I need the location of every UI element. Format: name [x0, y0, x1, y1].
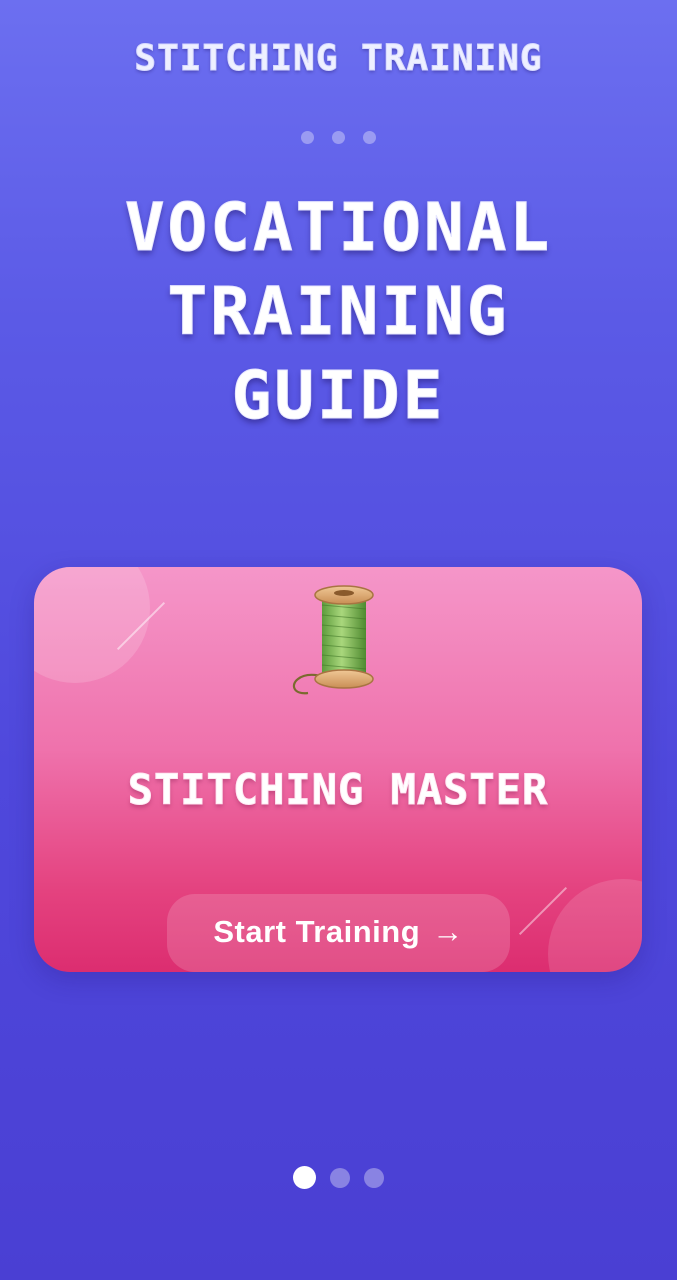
- page-dot[interactable]: [330, 1167, 350, 1188]
- card-title: STITCHING MASTER: [127, 765, 549, 815]
- training-card[interactable]: STITCHING MASTER Start Training →: [34, 567, 642, 972]
- hero-title: VOCATIONAL TRAINING GUIDE: [0, 186, 677, 438]
- top-indicator-dot: [301, 131, 314, 144]
- top-page-indicator: [0, 131, 677, 144]
- thread-spool-icon: [292, 585, 374, 695]
- page-dot-active[interactable]: [293, 1166, 316, 1189]
- start-training-label: Start Training: [213, 914, 421, 949]
- page-indicator: [0, 1166, 677, 1189]
- top-indicator-dot: [332, 131, 345, 144]
- hero-title-line: VOCATIONAL: [124, 189, 553, 267]
- hero-title-line: GUIDE: [231, 357, 446, 435]
- app-title: STITCHING TRAINING: [134, 38, 543, 80]
- page-dot[interactable]: [364, 1167, 384, 1188]
- decorative-circle: [34, 567, 150, 683]
- top-indicator-dot: [363, 131, 376, 144]
- hero-title-line: TRAINING: [167, 273, 510, 351]
- arrow-right-icon: →: [432, 914, 464, 949]
- start-training-button[interactable]: Start Training →: [167, 894, 510, 972]
